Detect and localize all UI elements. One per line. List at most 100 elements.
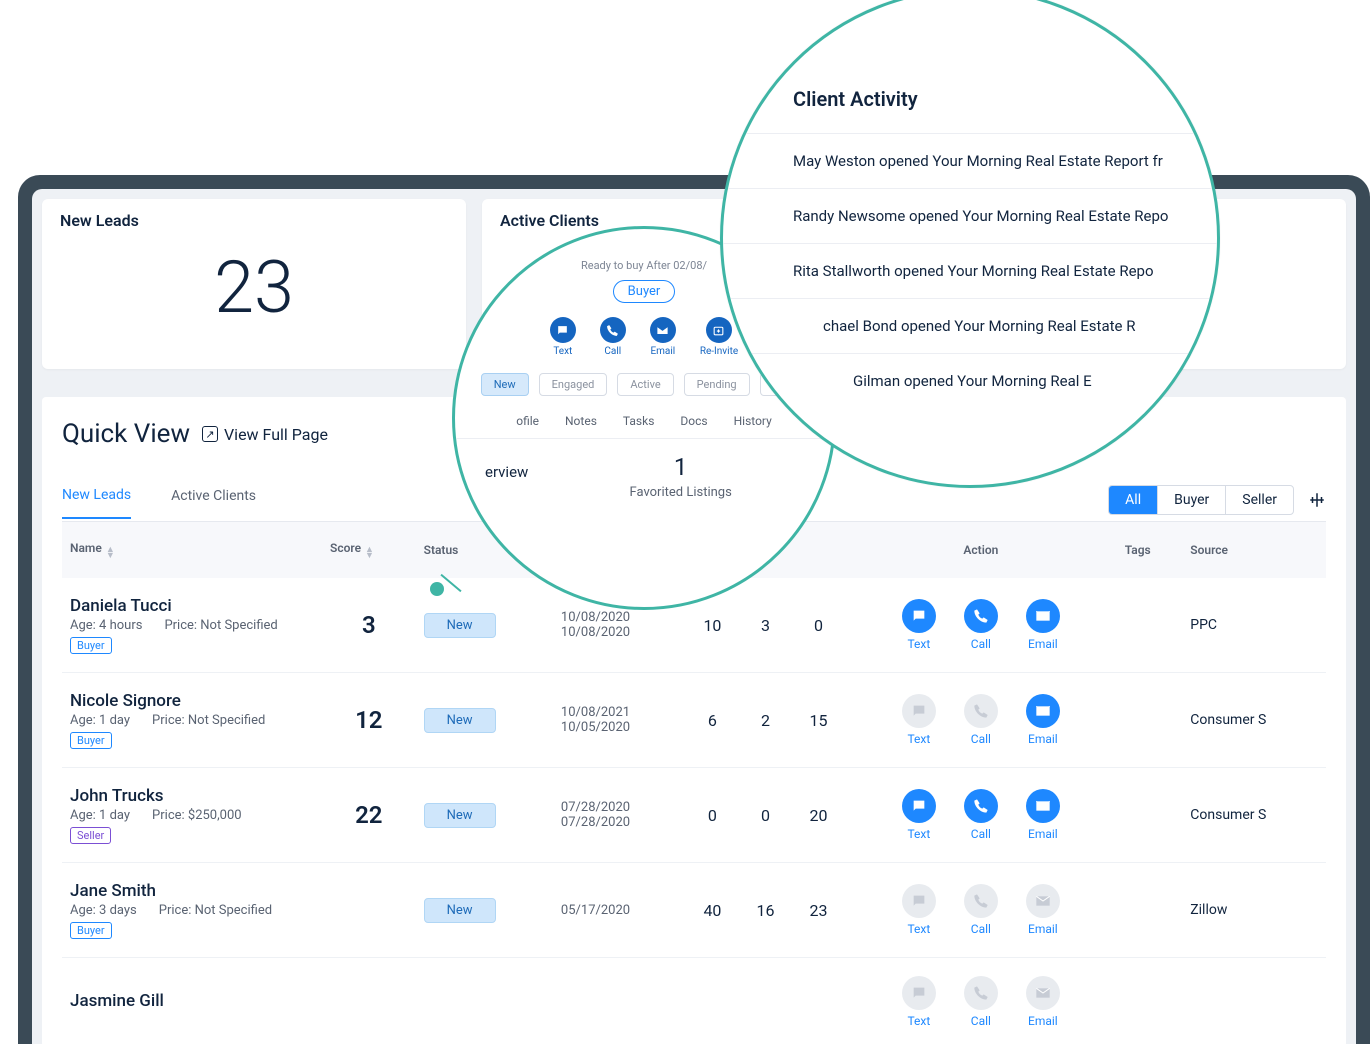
action-label: Email bbox=[1028, 827, 1058, 841]
activity-item[interactable]: Rita Stallworth opened Your Morning Real… bbox=[723, 243, 1217, 298]
action-label: Call bbox=[971, 637, 991, 651]
email-icon bbox=[1026, 599, 1060, 633]
action-label: Call bbox=[971, 732, 991, 746]
action-email-button[interactable]: Email bbox=[650, 317, 676, 357]
col-score[interactable]: Score bbox=[330, 541, 361, 555]
status-pill[interactable]: New bbox=[424, 803, 496, 828]
activity-item[interactable]: Randy Newsome opened Your Morning Real E… bbox=[723, 188, 1217, 243]
email-icon bbox=[1026, 694, 1060, 728]
detail-tab-docs[interactable]: Docs bbox=[680, 414, 707, 428]
text-icon bbox=[902, 976, 936, 1010]
action-email-button[interactable]: Email bbox=[1026, 976, 1060, 1028]
action-label: Call bbox=[971, 922, 991, 936]
action-call-button[interactable]: Call bbox=[600, 317, 626, 357]
client-activity-title: Client Activity bbox=[723, 87, 1217, 133]
sort-icon[interactable]: ▲▼ bbox=[365, 547, 374, 559]
status-engaged[interactable]: Engaged bbox=[539, 373, 608, 396]
metric-1: 40 bbox=[686, 863, 739, 958]
col-tags: Tags bbox=[1125, 543, 1151, 557]
action-text-button[interactable]: Text bbox=[902, 884, 936, 936]
detail-tab-tasks[interactable]: Tasks bbox=[623, 414, 655, 428]
action-email-button[interactable]: Email bbox=[1026, 884, 1060, 936]
activity-item[interactable]: chael Bond opened Your Morning Real Esta… bbox=[723, 298, 1217, 353]
metric-3: 0 bbox=[792, 578, 845, 673]
action-call-button[interactable]: Call bbox=[964, 599, 998, 651]
client-price: Price: Not Specified bbox=[159, 903, 272, 918]
action-call-button[interactable]: Call bbox=[964, 976, 998, 1028]
email-icon bbox=[1026, 789, 1060, 823]
metric-2: 2 bbox=[739, 673, 792, 768]
action-email-button[interactable]: Email bbox=[1026, 599, 1060, 651]
client-name: Jasmine Gill bbox=[70, 991, 314, 1011]
view-full-page-link[interactable]: ↗ View Full Page bbox=[202, 425, 328, 444]
card-title: New Leads bbox=[60, 211, 448, 230]
action-text-button[interactable]: Text bbox=[902, 976, 936, 1028]
tab-active-clients[interactable]: Active Clients bbox=[171, 488, 256, 518]
action-label: Text bbox=[907, 1014, 930, 1028]
status-new[interactable]: New bbox=[481, 373, 529, 396]
action-label: Text bbox=[907, 922, 930, 936]
activity-item[interactable]: May Weston opened Your Morning Real Esta… bbox=[723, 133, 1217, 188]
action-label: Text bbox=[907, 827, 930, 841]
action-call-button[interactable]: Call bbox=[964, 694, 998, 746]
status-pill[interactable]: New bbox=[424, 898, 496, 923]
call-icon bbox=[964, 789, 998, 823]
client-type-tag: Buyer bbox=[70, 637, 112, 654]
connector-dot bbox=[430, 582, 444, 596]
action-text-button[interactable]: Text bbox=[550, 317, 576, 357]
action-label: Text bbox=[907, 637, 930, 651]
client-score bbox=[322, 958, 416, 1044]
col-status[interactable]: Status bbox=[424, 543, 459, 557]
client-age: Age: 3 days bbox=[70, 903, 137, 918]
client-type-tag: Buyer bbox=[70, 922, 112, 939]
table-row[interactable]: John Trucks Age: 1 dayPrice: $250,000 Se… bbox=[62, 768, 1326, 863]
quick-view-title: Quick View bbox=[62, 419, 190, 449]
client-source bbox=[1182, 958, 1326, 1044]
status-pill[interactable]: New bbox=[424, 708, 496, 733]
action-text-button[interactable]: Text bbox=[902, 694, 936, 746]
link-label: View Full Page bbox=[224, 425, 328, 444]
table-row[interactable]: Jane Smith Age: 3 daysPrice: Not Specifi… bbox=[62, 863, 1326, 958]
status-active[interactable]: Active bbox=[617, 373, 673, 396]
date-cell: 07/28/202007/28/2020 bbox=[553, 768, 686, 863]
date-cell: 05/17/2020 bbox=[553, 863, 686, 958]
metric-3: 20 bbox=[792, 768, 845, 863]
metric-3 bbox=[792, 958, 845, 1044]
chat-icon bbox=[550, 317, 576, 343]
metric-2: 0 bbox=[739, 768, 792, 863]
client-source: Consumer S bbox=[1182, 768, 1326, 863]
activity-item[interactable]: Gilman opened Your Morning Real E bbox=[723, 353, 1217, 408]
action-email-button[interactable]: Email bbox=[1026, 789, 1060, 841]
action-text-button[interactable]: Text bbox=[902, 789, 936, 841]
client-score: 3 bbox=[322, 578, 416, 673]
text-icon bbox=[902, 884, 936, 918]
action-email-button[interactable]: Email bbox=[1026, 694, 1060, 746]
sort-icon[interactable]: ▲▼ bbox=[106, 547, 115, 559]
buyer-pill[interactable]: Buyer bbox=[613, 280, 676, 303]
tab-new-leads[interactable]: New Leads bbox=[62, 487, 131, 519]
table-row[interactable]: Jasmine Gill Text Call Email bbox=[62, 958, 1326, 1044]
client-price: Price: Not Specified bbox=[164, 618, 277, 633]
col-name[interactable]: Name bbox=[70, 541, 102, 555]
action-label: Call bbox=[971, 1014, 991, 1028]
filter-all[interactable]: All bbox=[1109, 486, 1158, 514]
metric-2: 3 bbox=[739, 578, 792, 673]
table-row[interactable]: Nicole Signore Age: 1 dayPrice: Not Spec… bbox=[62, 673, 1326, 768]
action-call-button[interactable]: Call bbox=[964, 884, 998, 936]
col-action: Action bbox=[963, 543, 998, 557]
metric-1: 6 bbox=[686, 673, 739, 768]
detail-tab-notes[interactable]: Notes bbox=[565, 414, 597, 428]
filter-seller[interactable]: Seller bbox=[1226, 486, 1293, 514]
filter-buyer[interactable]: Buyer bbox=[1158, 486, 1226, 514]
detail-tab-profile[interactable]: ofile bbox=[516, 414, 539, 428]
column-settings-icon[interactable] bbox=[1308, 491, 1326, 509]
magnify-client-activity: Client Activity May Weston opened Your M… bbox=[720, 0, 1220, 488]
status-pill[interactable]: New bbox=[424, 613, 496, 638]
client-price: Price: $250,000 bbox=[152, 808, 242, 823]
client-score bbox=[322, 863, 416, 958]
action-text-button[interactable]: Text bbox=[902, 599, 936, 651]
action-call-button[interactable]: Call bbox=[964, 789, 998, 841]
metric-3: 15 bbox=[792, 673, 845, 768]
card-new-leads[interactable]: New Leads 23 bbox=[42, 199, 466, 369]
client-age: Age: 1 day bbox=[70, 808, 130, 823]
